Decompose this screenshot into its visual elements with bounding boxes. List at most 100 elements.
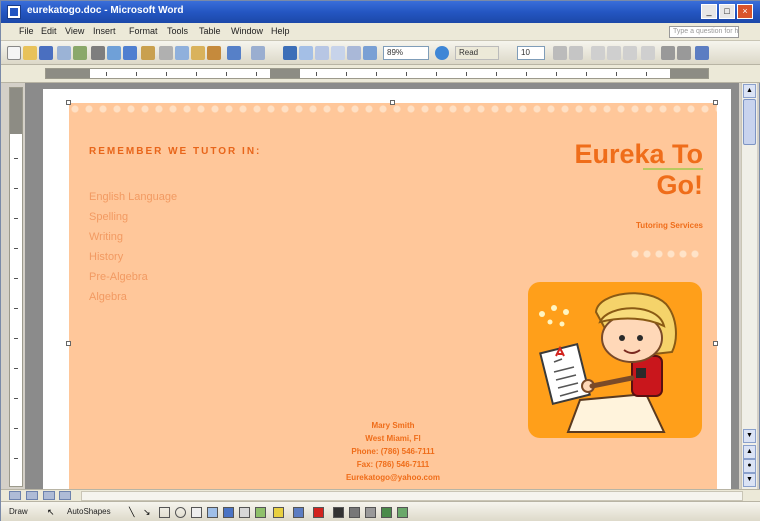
menu-format[interactable]: Format (129, 26, 158, 36)
align-right-icon[interactable] (623, 46, 637, 60)
line-color-icon[interactable] (293, 507, 304, 518)
student-with-paper-illustration (539, 292, 677, 433)
horizontal-ruler[interactable] (45, 68, 709, 79)
research-icon[interactable] (141, 46, 155, 60)
menu-help[interactable]: Help (271, 26, 290, 36)
insert-excel-icon[interactable] (331, 46, 345, 60)
insert-table-icon[interactable] (315, 46, 329, 60)
columns-icon[interactable] (347, 46, 361, 60)
dash-style-icon[interactable] (349, 507, 360, 518)
vertical-scrollbar[interactable]: ▲ ▼ ▲ ● ▼ (741, 83, 757, 489)
fill-color-icon[interactable] (273, 507, 284, 518)
subject-item: History (89, 251, 124, 263)
align-center-icon[interactable] (607, 46, 621, 60)
paste-icon[interactable] (191, 46, 205, 60)
menu-window[interactable]: Window (231, 26, 263, 36)
italic-icon[interactable] (569, 46, 583, 60)
email-icon[interactable] (73, 46, 87, 60)
copy-icon[interactable] (175, 46, 189, 60)
line-style-icon[interactable] (333, 507, 344, 518)
highlight-icon[interactable] (313, 507, 324, 518)
3d-style-icon[interactable] (397, 507, 408, 518)
minimize-icon[interactable]: _ (701, 4, 717, 19)
close-icon[interactable]: × (737, 4, 753, 19)
read-button[interactable]: Read (455, 46, 499, 60)
permission-icon[interactable] (57, 46, 71, 60)
tutor-heading: REMEMBER WE TUTOR IN: (89, 146, 262, 157)
cut-icon[interactable] (159, 46, 173, 60)
drawing-icon[interactable] (363, 46, 377, 60)
bullets-icon[interactable] (661, 46, 675, 60)
rectangle-icon[interactable] (159, 507, 170, 518)
open-icon[interactable] (23, 46, 37, 60)
arrow-icon[interactable]: ↘ (143, 507, 154, 518)
contact-fax: Fax: (786) 546-7111 (356, 460, 430, 469)
resize-handle[interactable] (66, 100, 71, 105)
new-icon[interactable] (7, 46, 21, 60)
contact-name: Mary Smith (371, 421, 415, 430)
tables-borders-icon[interactable] (299, 46, 313, 60)
save-icon[interactable] (39, 46, 53, 60)
help-icon[interactable] (435, 46, 449, 60)
horizontal-scrollbar[interactable] (81, 491, 743, 501)
wordart-icon[interactable] (207, 507, 218, 518)
vertical-scroll-thumb[interactable] (743, 99, 756, 145)
font-color-icon[interactable] (695, 46, 709, 60)
spelling-icon[interactable] (123, 46, 137, 60)
menu-view[interactable]: View (65, 26, 84, 36)
next-page-icon[interactable]: ▼ (743, 473, 756, 487)
zoom-select[interactable]: 89% (383, 46, 429, 60)
diagram-icon[interactable] (223, 507, 234, 518)
resize-handle[interactable] (713, 100, 718, 105)
hyperlink-icon[interactable] (283, 46, 297, 60)
clip-art-icon[interactable] (239, 507, 250, 518)
indent-icon[interactable] (677, 46, 691, 60)
vertical-ruler[interactable] (9, 87, 23, 487)
draw-menu[interactable]: Draw (9, 507, 28, 516)
menu-table[interactable]: Table (199, 26, 221, 36)
previous-page-icon[interactable]: ▲ (743, 445, 756, 459)
redo-icon[interactable] (251, 46, 265, 60)
menu-edit[interactable]: Edit (41, 26, 57, 36)
select-arrow-icon[interactable]: ↖ (47, 507, 58, 518)
print-icon[interactable] (91, 46, 105, 60)
text-box-icon[interactable] (191, 507, 202, 518)
scroll-up-icon[interactable]: ▲ (743, 84, 756, 98)
shadow-style-icon[interactable] (381, 507, 392, 518)
menu-tools[interactable]: Tools (167, 26, 188, 36)
menu-insert[interactable]: Insert (93, 26, 116, 36)
justify-icon[interactable] (641, 46, 655, 60)
undo-icon[interactable] (227, 46, 241, 60)
word-app-icon[interactable] (7, 5, 21, 19)
oval-icon[interactable] (175, 507, 186, 518)
flyer-panel[interactable]: REMEMBER WE TUTOR IN: English Language S… (66, 100, 718, 489)
resize-handle[interactable] (390, 100, 395, 105)
word-window: eurekatogo.doc - Microsoft Word _ □ × Fi… (0, 0, 760, 521)
autoshapes-menu[interactable]: AutoShapes (67, 507, 111, 516)
document-page[interactable]: REMEMBER WE TUTOR IN: English Language S… (43, 89, 731, 489)
help-search-input[interactable]: Type a question for help (669, 26, 739, 38)
tutor-clipart[interactable] (528, 282, 702, 438)
font-size-select[interactable]: 10 (517, 46, 545, 60)
scroll-down-icon[interactable]: ▼ (743, 429, 756, 443)
title-bar: eurekatogo.doc - Microsoft Word _ □ × (1, 1, 760, 23)
align-left-icon[interactable] (591, 46, 605, 60)
maximize-icon[interactable]: □ (719, 4, 735, 19)
line-icon[interactable]: ╲ (129, 507, 140, 518)
arrow-style-icon[interactable] (365, 507, 376, 518)
resize-handle[interactable] (66, 341, 71, 346)
web-layout-view-icon[interactable] (25, 491, 38, 500)
outline-view-icon[interactable] (59, 491, 72, 500)
format-painter-icon[interactable] (207, 46, 221, 60)
subject-item: Pre-Algebra (89, 271, 148, 283)
subject-item: English Language (89, 191, 178, 203)
bold-icon[interactable] (553, 46, 567, 60)
resize-handle[interactable] (713, 341, 718, 346)
menu-file[interactable]: File (19, 26, 34, 36)
drawing-toolbar: Draw ↖ AutoShapes ╲ ↘ (1, 501, 760, 521)
print-layout-view-icon[interactable] (42, 491, 55, 500)
insert-picture-icon[interactable] (255, 507, 266, 518)
normal-view-icon[interactable] (9, 491, 21, 500)
select-browse-object-icon[interactable]: ● (743, 459, 756, 473)
print-preview-icon[interactable] (107, 46, 121, 60)
